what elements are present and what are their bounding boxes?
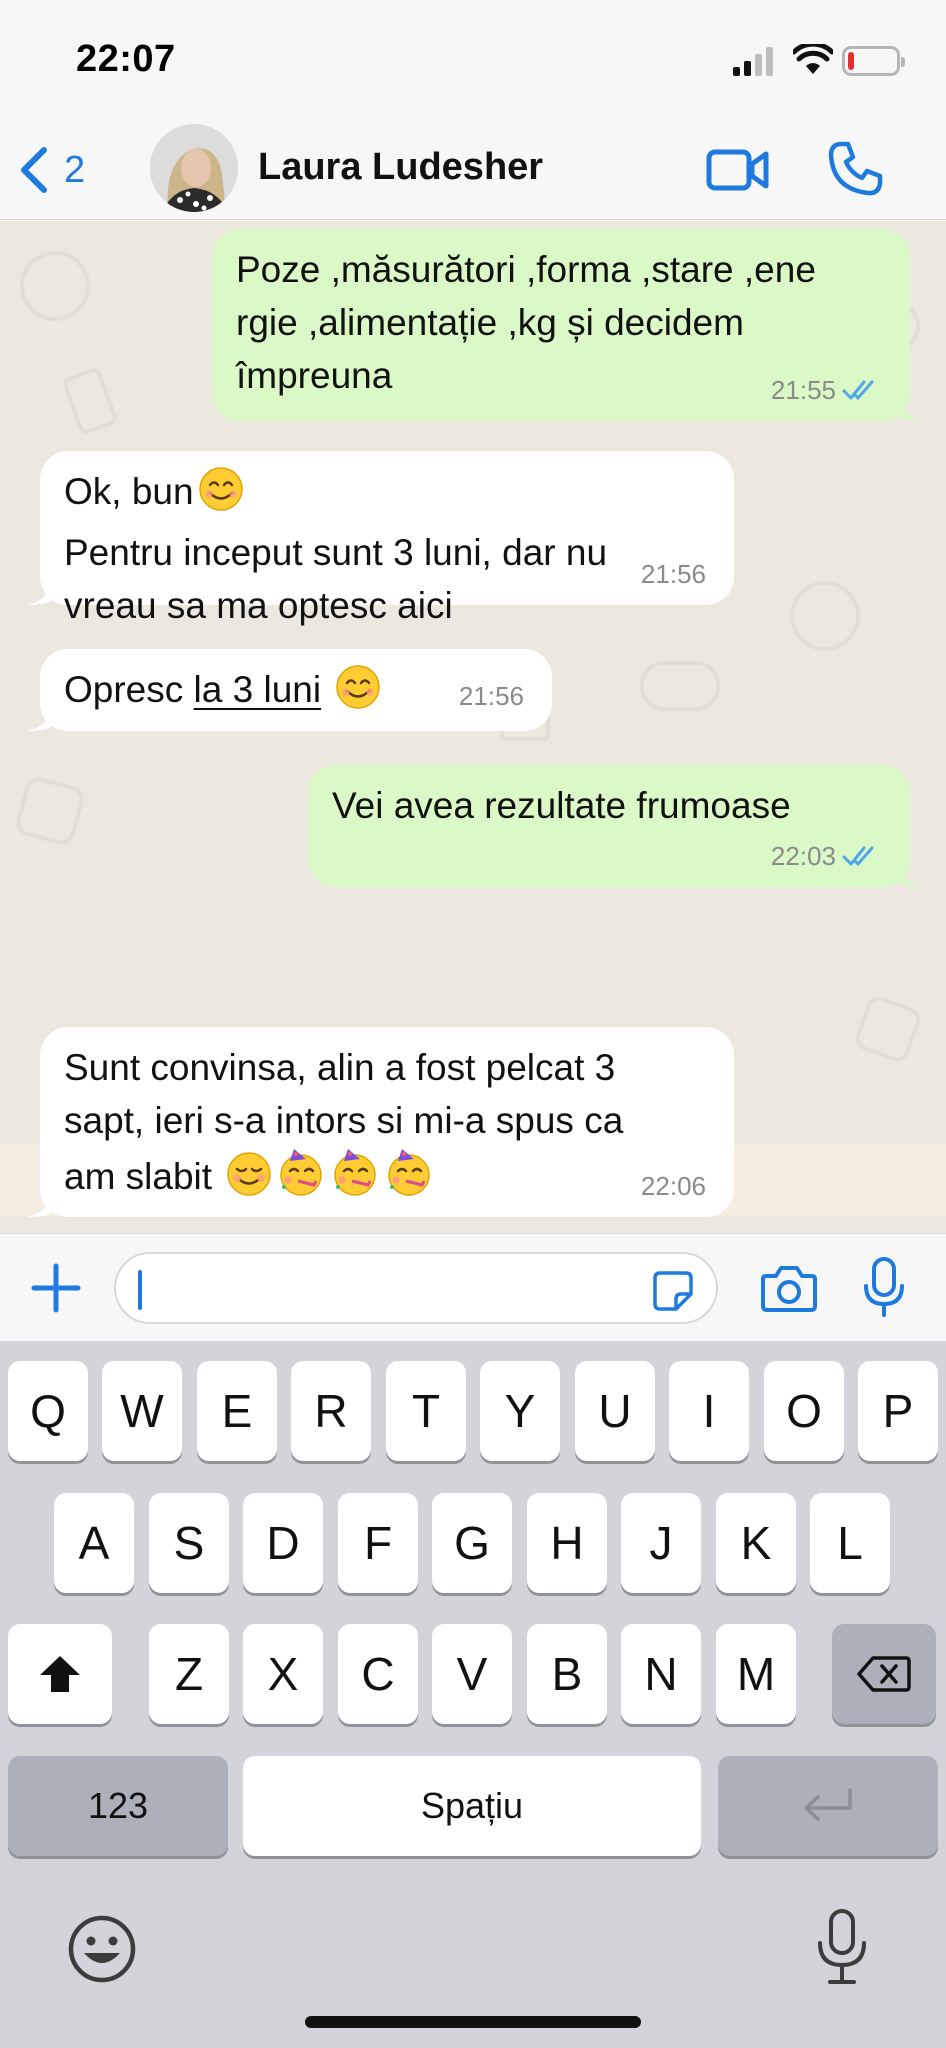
message-meta: 21:56 — [641, 559, 706, 589]
wifi-icon — [793, 44, 833, 74]
message-time: 21:56 — [458, 681, 524, 711]
message-meta: 21:56 — [459, 681, 524, 711]
partying-face-emoji — [384, 1147, 434, 1211]
key-f[interactable]: F — [338, 1493, 418, 1593]
battery-icon — [842, 46, 905, 76]
key-x[interactable]: X — [243, 1624, 323, 1724]
message-time: 21:55 — [770, 375, 836, 405]
incoming-message[interactable]: Opresc la 3 luni 21:56 — [26, 649, 552, 731]
message-meta: 22:06 — [641, 1171, 706, 1201]
return-key[interactable] — [718, 1756, 938, 1856]
bubble-tail — [896, 391, 924, 421]
camera-button[interactable] — [760, 1262, 818, 1314]
incoming-message[interactable]: Sunt convinsa, alin a fost pelcat 3 sapt… — [26, 1027, 734, 1217]
back-chevron-icon — [21, 147, 47, 193]
shift-key[interactable] — [8, 1624, 112, 1724]
relieved-emoji — [226, 1151, 272, 1211]
message-text: Ok, bun — [64, 471, 194, 512]
key-b[interactable]: B — [527, 1624, 607, 1724]
sticker-icon[interactable] — [652, 1270, 694, 1312]
key-l[interactable]: L — [810, 1493, 890, 1593]
microphone-button[interactable] — [862, 1256, 906, 1318]
home-indicator — [305, 2016, 641, 2028]
bubble-tail — [896, 857, 924, 887]
key-w[interactable]: W — [102, 1361, 182, 1461]
chat-area[interactable]: Poze ,măsurători ,forma ,stare ,ene rgie… — [0, 221, 946, 1233]
smiling-emoji — [198, 466, 244, 526]
key-v[interactable]: V — [432, 1624, 512, 1724]
key-d[interactable]: D — [243, 1493, 323, 1593]
key-y[interactable]: Y — [480, 1361, 560, 1461]
key-u[interactable]: U — [575, 1361, 655, 1461]
partying-face-emoji — [330, 1147, 380, 1211]
emoji-icon[interactable] — [66, 1913, 138, 1985]
double-check-icon — [842, 846, 874, 866]
double-check-icon — [842, 380, 874, 400]
key-h[interactable]: H — [527, 1493, 607, 1593]
key-e[interactable]: E — [197, 1361, 277, 1461]
avatar[interactable] — [150, 124, 238, 212]
key-o[interactable]: O — [764, 1361, 844, 1461]
message-time: 21:56 — [640, 559, 706, 589]
key-m[interactable]: M — [716, 1624, 796, 1724]
outgoing-message[interactable]: Poze ,măsurători ,forma ,stare ,ene rgie… — [212, 229, 924, 421]
shift-icon — [40, 1656, 80, 1692]
key-p[interactable]: P — [858, 1361, 938, 1461]
key-r[interactable]: R — [291, 1361, 371, 1461]
on-screen-keyboard: Q W E R T Y U I O P A S D F G H J K L Z … — [0, 1341, 946, 2048]
status-time: 22:07 — [76, 38, 176, 80]
incoming-message[interactable]: Ok, bun Pentru inceput sunt 3 luni, dar … — [26, 451, 734, 626]
text-caret — [138, 1270, 142, 1310]
key-z[interactable]: Z — [149, 1624, 229, 1724]
numbers-key-label: 123 — [87, 1785, 149, 1826]
message-text: Opresc — [64, 669, 194, 710]
message-text: Pentru inceput sunt 3 luni, dar nu vreau… — [64, 532, 608, 626]
bubble-tail — [26, 701, 54, 731]
unread-chats-count: 2 — [64, 148, 86, 191]
chat-header: 2 Laura Ludesher — [0, 120, 946, 220]
bubble-tail — [26, 1187, 54, 1217]
key-q[interactable]: Q — [8, 1361, 88, 1461]
status-bar: 22:07 — [0, 0, 946, 120]
outgoing-message[interactable]: Vei avea rezultate frumoase 22:03 — [308, 765, 924, 887]
backspace-key[interactable] — [832, 1624, 936, 1724]
smiling-emoji — [335, 664, 381, 724]
key-j[interactable]: J — [621, 1493, 701, 1593]
contact-name[interactable]: Laura Ludesher — [258, 146, 543, 189]
space-key-label: Spațiu — [420, 1785, 524, 1826]
dictation-microphone-icon[interactable] — [812, 1907, 872, 1987]
numbers-key[interactable]: 123 — [8, 1756, 228, 1856]
message-time: 22:06 — [640, 1171, 706, 1201]
key-c[interactable]: C — [338, 1624, 418, 1724]
key-t[interactable]: T — [386, 1361, 466, 1461]
key-k[interactable]: K — [716, 1493, 796, 1593]
message-meta: 22:03 — [771, 841, 882, 871]
key-n[interactable]: N — [621, 1624, 701, 1724]
message-meta: 21:55 — [771, 375, 882, 405]
back-button[interactable]: 2 — [18, 142, 85, 198]
voice-call-button[interactable] — [826, 140, 884, 198]
bubble-tail — [26, 575, 54, 605]
key-s[interactable]: S — [149, 1493, 229, 1593]
backspace-icon — [857, 1656, 911, 1692]
attach-plus-button[interactable] — [30, 1262, 82, 1314]
video-call-button[interactable] — [706, 142, 770, 198]
message-input[interactable] — [114, 1252, 718, 1324]
return-icon — [804, 1788, 852, 1821]
message-text: Vei avea rezultate frumoase — [332, 785, 791, 826]
key-g[interactable]: G — [432, 1493, 512, 1593]
underlined-text-link[interactable]: la 3 luni — [194, 669, 322, 710]
message-composer — [0, 1233, 946, 1341]
signal-strength-icon — [733, 46, 777, 76]
key-a[interactable]: A — [54, 1493, 134, 1593]
partying-face-emoji — [276, 1147, 326, 1211]
key-i[interactable]: I — [669, 1361, 749, 1461]
message-time: 22:03 — [770, 841, 836, 871]
space-key[interactable]: Spațiu — [243, 1756, 701, 1856]
